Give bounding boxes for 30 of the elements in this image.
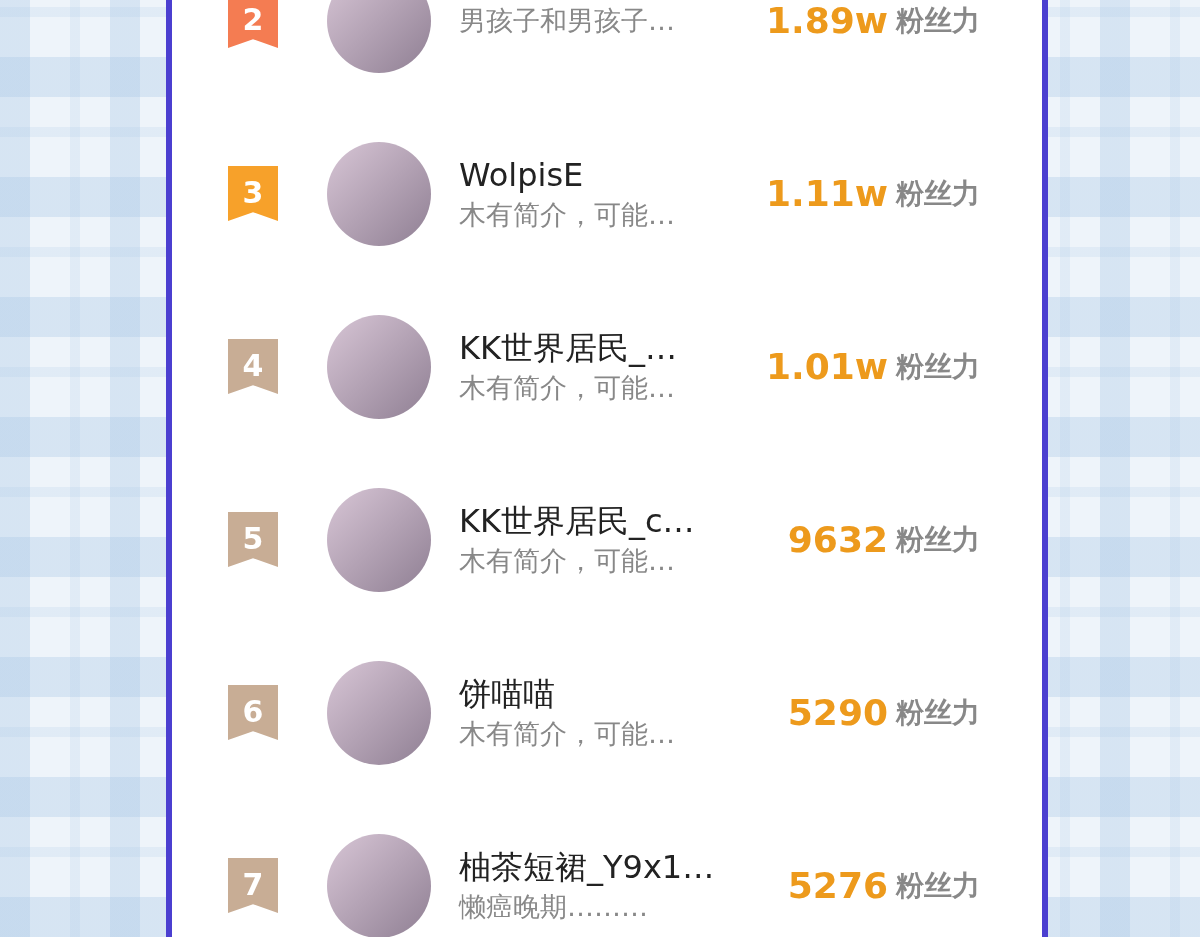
- user-name: KK世界居民_…: [459, 328, 678, 370]
- score-unit: 粉丝力: [896, 2, 980, 39]
- score-unit: 粉丝力: [896, 867, 980, 904]
- rank-badge: 6: [228, 685, 278, 740]
- user-bio: 木有简介，可能…: [459, 716, 676, 751]
- user-bio: 男孩子和男孩子…: [459, 3, 676, 38]
- score-unit: 粉丝力: [896, 694, 980, 731]
- avatar-placeholder[interactable]: [327, 0, 431, 73]
- user-bio: 木有简介，可能…: [459, 543, 676, 578]
- score-unit: 粉丝力: [896, 521, 980, 558]
- user-bio: 木有简介，可能…: [459, 370, 676, 405]
- rank-badge: 7: [228, 858, 278, 913]
- rank-badge: 4: [228, 339, 278, 394]
- fan-score: 1.11w: [765, 171, 888, 216]
- user-name: 饼喵喵: [459, 674, 556, 716]
- fan-score: 1.01w: [765, 344, 888, 389]
- user-name: KK世界居民_c…: [459, 501, 696, 543]
- user-bio: 木有简介，可能…: [459, 197, 676, 232]
- user-name: WolpisE: [459, 155, 585, 197]
- fan-score: 1.89w: [765, 0, 888, 43]
- rank-badge: 5: [228, 512, 278, 567]
- fan-score: 5276: [787, 863, 888, 908]
- score-unit: 粉丝力: [896, 348, 980, 385]
- rank-badge: 2: [228, 0, 278, 48]
- fan-score: 5290: [787, 690, 888, 735]
- user-name: 柚茶短裙_Y9x1…: [459, 847, 716, 889]
- score-unit: 粉丝力: [896, 175, 980, 212]
- user-bio: 懒癌晚期………: [459, 889, 649, 924]
- rank-badge: 3: [228, 166, 278, 221]
- fan-score: 9632: [787, 517, 888, 562]
